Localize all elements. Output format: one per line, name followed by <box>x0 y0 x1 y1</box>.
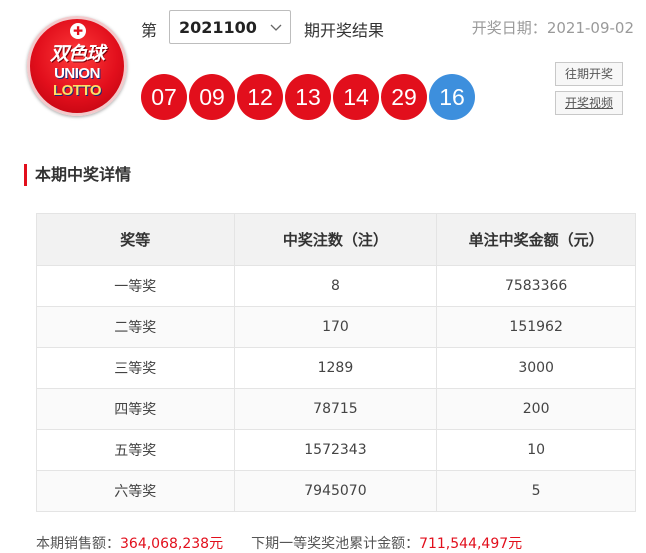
lottery-cross-icon: ✚ <box>70 23 86 39</box>
logo-en-line1: UNION <box>54 65 100 82</box>
red-ball: 09 <box>189 74 235 120</box>
logo-cn-text: 双色球 <box>49 43 105 65</box>
union-lotto-logo: ✚ 双色球 UNION LOTTO <box>27 16 127 116</box>
blue-ball: 16 <box>429 74 475 120</box>
prize-level: 六等奖 <box>36 470 235 512</box>
prize-table: 奖等 中奖注数（注） 单注中奖金额（元） 一等奖 8 7583366 二等奖 1… <box>36 213 636 512</box>
draw-date-value: 2021-09-02 <box>546 19 634 37</box>
prize-amount: 5 <box>436 470 636 512</box>
issue-suffix-label: 期开奖结果 <box>304 21 385 40</box>
sales-value: 364,068,238元 <box>120 536 224 552</box>
pool-value: 711,544,497元 <box>419 536 523 552</box>
winner-count: 170 <box>233 306 438 348</box>
history-draws-button[interactable]: 往期开奖 <box>555 62 623 86</box>
winner-count: 78715 <box>233 388 438 430</box>
red-ball: 14 <box>333 74 379 120</box>
table-row: 二等奖 170 151962 <box>36 306 636 348</box>
table-header-row: 奖等 中奖注数（注） 单注中奖金额（元） <box>36 213 636 266</box>
column-header: 奖等 <box>36 213 235 266</box>
draw-date-label: 开奖日期： <box>471 19 547 37</box>
pool-label: 下期一等奖奖池累计金额： <box>251 536 420 552</box>
sales-label: 本期销售额： <box>36 536 120 552</box>
column-header: 中奖注数（注） <box>233 213 438 266</box>
issue-select[interactable]: 2021100 <box>169 10 291 44</box>
red-ball: 29 <box>381 74 427 120</box>
prize-level: 三等奖 <box>36 347 235 389</box>
column-header: 单注中奖金额（元） <box>436 213 636 266</box>
issue-prefix-label: 第 <box>141 21 158 40</box>
winner-count: 1572343 <box>233 429 438 471</box>
prize-amount: 200 <box>436 388 636 430</box>
red-ball: 13 <box>285 74 331 120</box>
prize-amount: 10 <box>436 429 636 471</box>
prize-amount: 3000 <box>436 347 636 389</box>
prize-amount: 151962 <box>436 306 636 348</box>
sales-footer: 本期销售额：364,068,238元 下期一等奖奖池累计金额：711,544,49… <box>36 533 522 553</box>
draw-date: 开奖日期：2021-09-02 <box>472 17 634 38</box>
winner-count: 8 <box>233 265 438 307</box>
table-row: 三等奖 1289 3000 <box>36 347 636 389</box>
prize-level: 一等奖 <box>36 265 235 307</box>
winner-count: 7945070 <box>233 470 438 512</box>
prize-level: 二等奖 <box>36 306 235 348</box>
red-ball: 12 <box>237 74 283 120</box>
red-ball: 07 <box>141 74 187 120</box>
logo-en-line2: LOTTO <box>52 82 102 99</box>
prize-level: 五等奖 <box>36 429 235 471</box>
draw-video-button[interactable]: 开奖视频 <box>555 91 623 115</box>
section-title: 本期中奖详情 <box>24 164 131 186</box>
issue-select-value: 2021100 <box>179 18 257 37</box>
table-row: 五等奖 1572343 10 <box>36 429 636 471</box>
winner-count: 1289 <box>233 347 438 389</box>
prize-amount: 7583366 <box>436 265 636 307</box>
prize-level: 四等奖 <box>36 388 235 430</box>
table-row: 四等奖 78715 200 <box>36 388 636 430</box>
table-row: 六等奖 7945070 5 <box>36 470 636 512</box>
table-row: 一等奖 8 7583366 <box>36 265 636 307</box>
chevron-down-icon <box>270 24 282 31</box>
